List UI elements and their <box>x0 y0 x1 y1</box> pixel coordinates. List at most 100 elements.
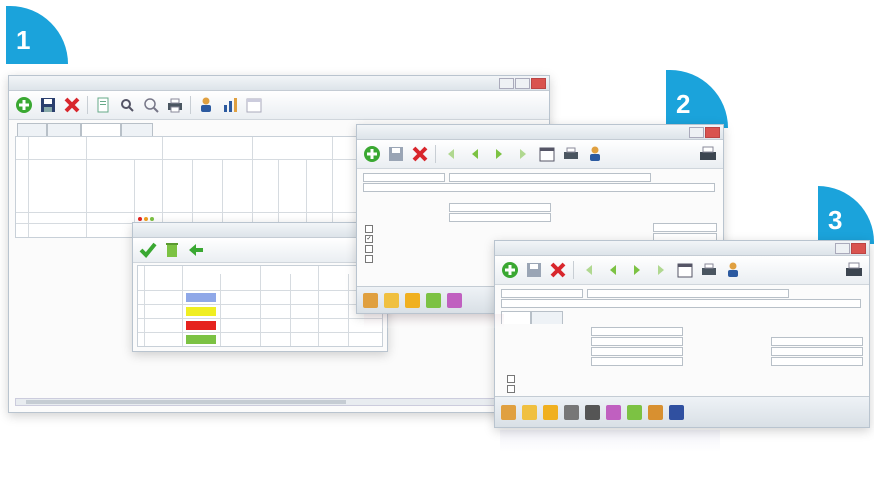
popup-window <box>132 222 388 352</box>
delete-icon[interactable] <box>63 96 81 114</box>
field[interactable] <box>501 299 861 308</box>
calendar-icon[interactable] <box>538 145 556 163</box>
row-status-dots <box>138 217 154 221</box>
delete-icon[interactable] <box>163 241 181 259</box>
field[interactable] <box>771 357 863 366</box>
field[interactable] <box>653 223 717 232</box>
toolbar-separator <box>435 145 436 163</box>
checkbox[interactable] <box>507 385 515 393</box>
add-icon[interactable] <box>15 96 33 114</box>
printer-icon[interactable] <box>700 261 718 279</box>
toolbar-separator <box>573 261 574 279</box>
field[interactable] <box>449 203 551 212</box>
field[interactable] <box>363 173 445 182</box>
field[interactable] <box>587 289 789 298</box>
back-arrow-icon[interactable] <box>187 241 205 259</box>
delete-icon[interactable] <box>411 145 429 163</box>
stack-icon[interactable] <box>648 404 663 420</box>
save-icon[interactable] <box>525 261 543 279</box>
checkbox[interactable] <box>365 245 373 253</box>
window-controls <box>499 78 546 89</box>
check-icon[interactable] <box>139 241 157 259</box>
close-button[interactable] <box>705 127 720 138</box>
field[interactable] <box>449 213 551 222</box>
network-icon[interactable] <box>585 404 600 420</box>
checkbox[interactable] <box>365 225 373 233</box>
delete-icon[interactable] <box>549 261 567 279</box>
field[interactable] <box>591 357 683 366</box>
tools-icon[interactable] <box>384 292 399 308</box>
printer-icon[interactable] <box>562 145 580 163</box>
close-button[interactable] <box>531 78 546 89</box>
search-icon[interactable] <box>118 96 136 114</box>
add-icon[interactable] <box>363 145 381 163</box>
field[interactable] <box>771 337 863 346</box>
field[interactable] <box>501 289 583 298</box>
user-icon[interactable] <box>586 145 604 163</box>
tab-2[interactable] <box>47 123 81 136</box>
pencil-icon[interactable] <box>543 404 558 420</box>
horizontal-scrollbar[interactable] <box>15 398 543 406</box>
first-icon[interactable] <box>442 145 460 163</box>
calendar-icon[interactable] <box>676 261 694 279</box>
tab-3[interactable] <box>81 123 121 136</box>
building-icon[interactable] <box>669 404 684 420</box>
chart-icon[interactable] <box>221 96 239 114</box>
zoom-icon[interactable] <box>142 96 160 114</box>
color-swatch-red <box>186 321 216 330</box>
print-preview-icon[interactable] <box>699 145 717 163</box>
last-icon[interactable] <box>514 145 532 163</box>
tab-4[interactable] <box>121 123 153 136</box>
calendar-icon[interactable] <box>245 96 263 114</box>
eraser-icon[interactable] <box>426 292 441 308</box>
eraser-icon[interactable] <box>564 404 579 420</box>
field[interactable] <box>771 347 863 356</box>
field[interactable] <box>591 327 683 336</box>
maximize-button[interactable] <box>515 78 530 89</box>
first-icon[interactable] <box>580 261 598 279</box>
printer-icon[interactable] <box>166 96 184 114</box>
user-icon[interactable] <box>724 261 742 279</box>
minimize-button[interactable] <box>835 243 850 254</box>
main-window-titlebar <box>9 76 549 91</box>
next-icon[interactable] <box>490 145 508 163</box>
document-icon[interactable] <box>94 96 112 114</box>
checkbox[interactable] <box>365 255 373 263</box>
step-badge-1: 1 <box>6 6 68 64</box>
toolbar-separator <box>87 96 88 114</box>
step-badge-3: 3 <box>818 186 874 244</box>
network-icon[interactable] <box>447 292 462 308</box>
main-tab-strip <box>17 123 177 136</box>
prev-icon[interactable] <box>604 261 622 279</box>
pencil-icon[interactable] <box>405 292 420 308</box>
step-badge-2: 2 <box>666 70 728 128</box>
popup-toolbar <box>133 238 387 263</box>
tab-1[interactable] <box>17 123 47 136</box>
users-icon[interactable] <box>501 404 516 420</box>
dialog-3-bottom-bar <box>495 396 869 427</box>
tools-icon[interactable] <box>522 404 537 420</box>
dialog-3-tab-strip <box>501 311 581 324</box>
next-icon[interactable] <box>628 261 646 279</box>
checkbox[interactable] <box>507 375 515 383</box>
last-icon[interactable] <box>652 261 670 279</box>
add-icon[interactable] <box>501 261 519 279</box>
field[interactable] <box>591 347 683 356</box>
archive-icon[interactable] <box>627 404 642 420</box>
tab-2[interactable] <box>531 311 563 324</box>
minimize-button[interactable] <box>689 127 704 138</box>
field[interactable] <box>363 183 715 192</box>
print-preview-icon[interactable] <box>845 261 863 279</box>
save-icon[interactable] <box>387 145 405 163</box>
box-icon[interactable] <box>606 404 621 420</box>
field[interactable] <box>591 337 683 346</box>
close-button[interactable] <box>851 243 866 254</box>
prev-icon[interactable] <box>466 145 484 163</box>
tab-1[interactable] <box>501 311 531 324</box>
users-icon[interactable] <box>363 292 378 308</box>
user-icon[interactable] <box>197 96 215 114</box>
save-icon[interactable] <box>39 96 57 114</box>
checkbox-checked[interactable]: ✓ <box>365 235 373 243</box>
minimize-button[interactable] <box>499 78 514 89</box>
field[interactable] <box>449 173 651 182</box>
